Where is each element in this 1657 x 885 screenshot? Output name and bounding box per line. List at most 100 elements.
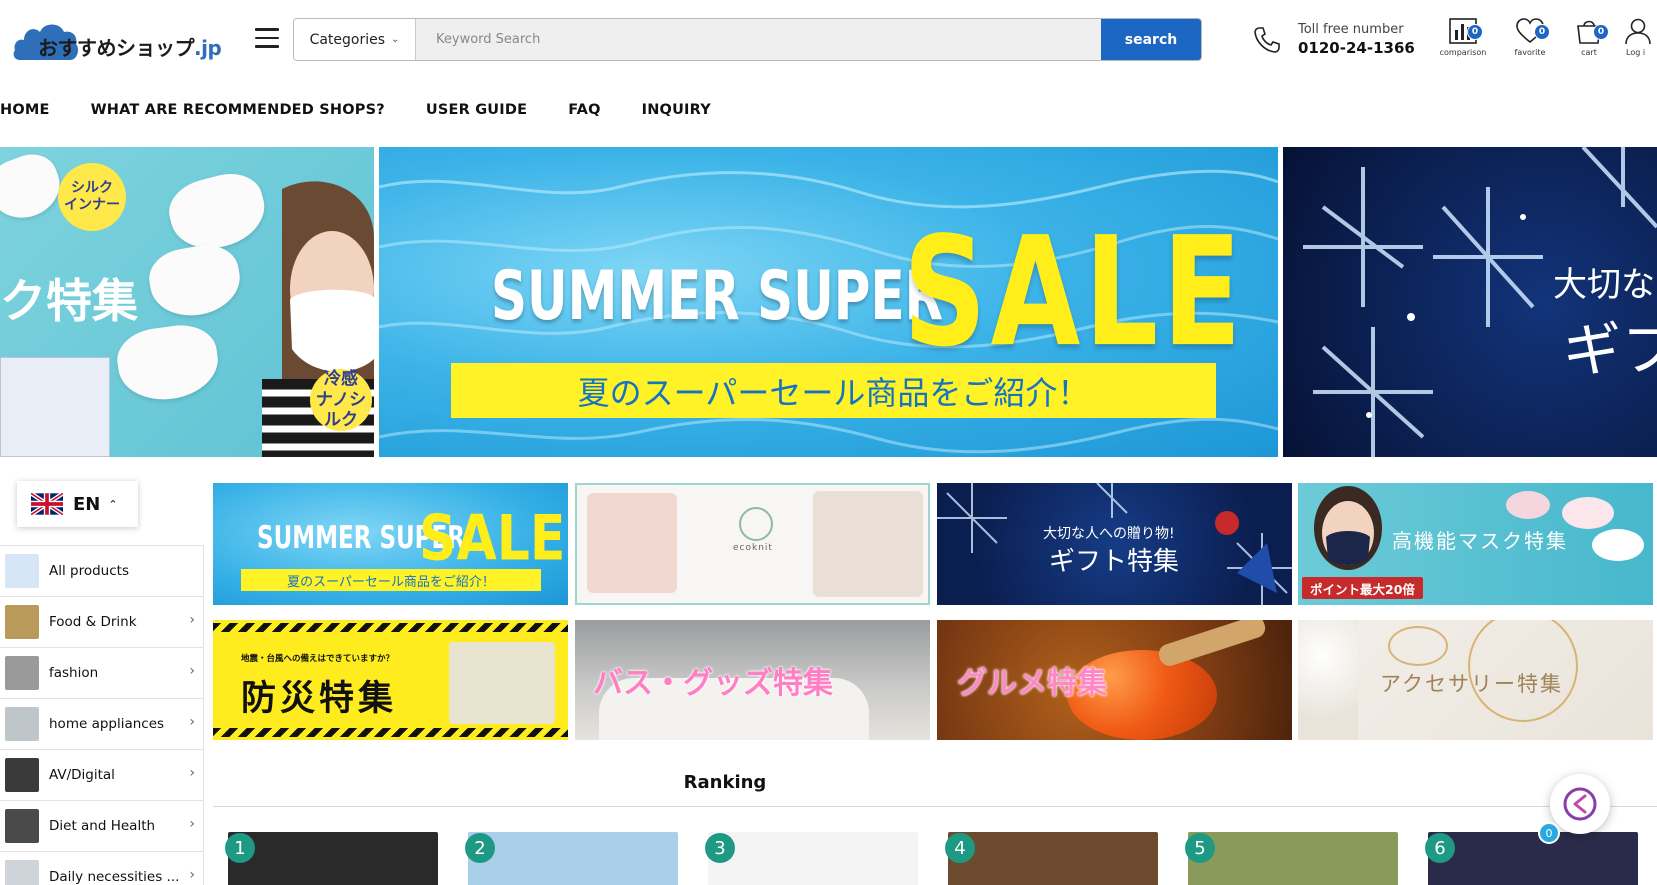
banner-accessory-title: アクセサリー特集	[1380, 672, 1563, 696]
mask-image	[0, 147, 69, 228]
hero-mask-title: ク特集	[0, 274, 138, 328]
ranking-item-image[interactable]	[468, 832, 678, 885]
ecoknit-model-image	[813, 491, 923, 597]
hero-slide-gift[interactable]: 大切な ギフ	[1283, 147, 1657, 457]
login-label: Log i	[1626, 48, 1646, 57]
hero-slide-summer-sale[interactable]: SUMMER SUPER SALE 夏のスーパーセール商品をご紹介！	[379, 147, 1278, 457]
logo-suffix: .jp	[194, 36, 222, 60]
banner-bosai-line1: 地震・台風への備えはできていますか？	[241, 654, 395, 664]
all-products-thumb	[5, 554, 39, 588]
user-icon	[1625, 18, 1651, 45]
ranking-item-image[interactable]	[1188, 832, 1398, 885]
banner-bosai-title: 防災特集	[241, 679, 398, 719]
banner-bath-goods[interactable]: バス・グッズ特集	[575, 620, 930, 740]
uk-flag-icon	[31, 493, 63, 515]
ranking-title: Ranking	[683, 772, 767, 793]
site-logo[interactable]: おすすめショップ.jp	[12, 16, 236, 66]
banner-mask-title: 高機能マスク特集	[1392, 529, 1568, 553]
silk-inner-tag: シルク インナー	[58, 163, 126, 231]
cart-button[interactable]: 0 cart	[1559, 16, 1619, 66]
nav-home[interactable]: HOME	[0, 102, 50, 118]
ranking-number-badge: 2	[465, 833, 495, 863]
ranking-number-badge: 6	[1425, 833, 1455, 863]
home-appliances-thumb	[5, 707, 39, 741]
sidebar-item-all-products[interactable]: All products	[0, 546, 204, 597]
categories-dropdown[interactable]: Categories ⌄	[294, 19, 416, 60]
chevron-up-icon: ⌃	[108, 497, 118, 511]
banner-gift[interactable]: 大切な人への贈り物! ギフト特集	[937, 483, 1292, 605]
sidebar-item-fashion[interactable]: fashion ›	[0, 648, 204, 699]
sidebar-item-av-digital[interactable]: AV/Digital ›	[0, 750, 204, 801]
daily-necessities-thumb	[5, 860, 39, 885]
language-code: EN	[73, 493, 101, 515]
ranking-item-image[interactable]	[948, 832, 1158, 885]
gift-hero-line2: ギフ	[1563, 316, 1657, 384]
site-header: おすすめショップ.jp Categories ⌄ search Toll fre…	[0, 0, 1657, 82]
hero-slide-mask[interactable]: シルク インナー ク特集 冷感 ナノシルク	[0, 147, 374, 457]
chevron-right-icon: ›	[189, 816, 195, 832]
ecoknit-brand: ecoknit	[733, 543, 773, 553]
language-selector[interactable]: EN ⌃	[17, 481, 138, 527]
nav-recommended-shops[interactable]: WHAT ARE RECOMMENDED SHOPS?	[91, 102, 385, 118]
ecoknit-product-image	[587, 493, 677, 593]
categories-label: Categories	[309, 31, 386, 48]
favorite-badge: 0	[1534, 24, 1550, 40]
av-digital-thumb	[5, 758, 39, 792]
main-nav: HOME WHAT ARE RECOMMENDED SHOPS? USER GU…	[0, 92, 752, 128]
gift-hero-line1: 大切な	[1553, 265, 1655, 305]
toll-free-label: Toll free number	[1298, 22, 1404, 37]
banner-gourmet[interactable]: グルメ特集	[937, 620, 1292, 740]
fashion-thumb	[5, 656, 39, 690]
category-sidebar: All products Food & Drink › fashion › ho…	[0, 545, 204, 885]
sidebar-item-food-drink[interactable]: Food & Drink ›	[0, 597, 204, 648]
comparison-label: comparison	[1439, 48, 1487, 57]
toll-free-number[interactable]: 0120-24-1366	[1298, 39, 1415, 57]
banner-ecoknit[interactable]: ecoknit	[575, 483, 930, 605]
chat-icon	[1563, 787, 1597, 821]
banner-sale-big: SALE	[419, 503, 566, 575]
necklace-image	[1388, 626, 1448, 666]
ranking-item-image[interactable]	[1428, 832, 1638, 885]
hazard-stripe	[213, 728, 568, 737]
sidebar-item-diet-health[interactable]: Diet and Health ›	[0, 801, 204, 852]
menu-icon[interactable]	[255, 28, 279, 48]
silk-inner-text: シルク インナー	[64, 180, 120, 213]
ranking-item-image[interactable]	[228, 832, 438, 885]
cool-nano-silk-tag: 冷感 ナノシルク	[310, 369, 372, 431]
banner-disaster-prevention[interactable]: 地震・台風への備えはできていますか？ 防災特集	[213, 620, 568, 740]
nav-user-guide[interactable]: USER GUIDE	[426, 102, 527, 118]
chat-widget-button[interactable]	[1550, 774, 1610, 834]
cart-badge: 0	[1593, 24, 1609, 40]
favorite-button[interactable]: 0 favorite	[1500, 16, 1560, 66]
sidebar-item-label: Diet and Health	[49, 818, 156, 834]
login-button[interactable]: Log i	[1614, 16, 1657, 66]
banner-high-function-mask[interactable]: 高機能マスク特集 ポイント最大20倍	[1298, 483, 1653, 605]
banner-accessory[interactable]: アクセサリー特集	[1298, 620, 1653, 740]
banner-mask-points-badge: ポイント最大20倍	[1302, 577, 1423, 599]
nav-faq[interactable]: FAQ	[568, 102, 600, 118]
sidebar-item-home-appliances[interactable]: home appliances ›	[0, 699, 204, 750]
ranking-item-image[interactable]	[708, 832, 918, 885]
mask-image	[113, 320, 223, 406]
ranking-divider	[213, 806, 1657, 807]
sidebar-item-daily-necessities[interactable]: Daily necessities ... ›	[0, 852, 204, 885]
food-drink-thumb	[5, 605, 39, 639]
cool-nano-silk-text: 冷感 ナノシルク	[315, 369, 367, 431]
logo-main: おすすめショップ	[38, 36, 195, 60]
banner-gourmet-title: グルメ特集	[957, 666, 1107, 701]
cart-label: cart	[1581, 48, 1597, 57]
search-bar: Categories ⌄ search	[293, 18, 1202, 61]
favorite-label: favorite	[1514, 48, 1546, 57]
comparison-button[interactable]: 0 comparison	[1433, 16, 1493, 66]
logo-text: おすすめショップ.jp	[38, 32, 222, 61]
search-button[interactable]: search	[1101, 19, 1201, 60]
sidebar-item-label: Daily necessities ...	[49, 869, 180, 885]
sidebar-item-label: fashion	[49, 665, 99, 681]
sidebar-item-label: home appliances	[49, 716, 165, 732]
nav-inquiry[interactable]: INQUIRY	[642, 102, 711, 118]
search-input[interactable]	[416, 19, 1101, 60]
phone-icon	[1254, 27, 1280, 53]
comparison-badge: 0	[1467, 24, 1483, 40]
hazard-stripe	[213, 623, 568, 632]
banner-summer-sale[interactable]: SUMMER SUPER SALE 夏のスーパーセール商品をご紹介！	[213, 483, 568, 605]
